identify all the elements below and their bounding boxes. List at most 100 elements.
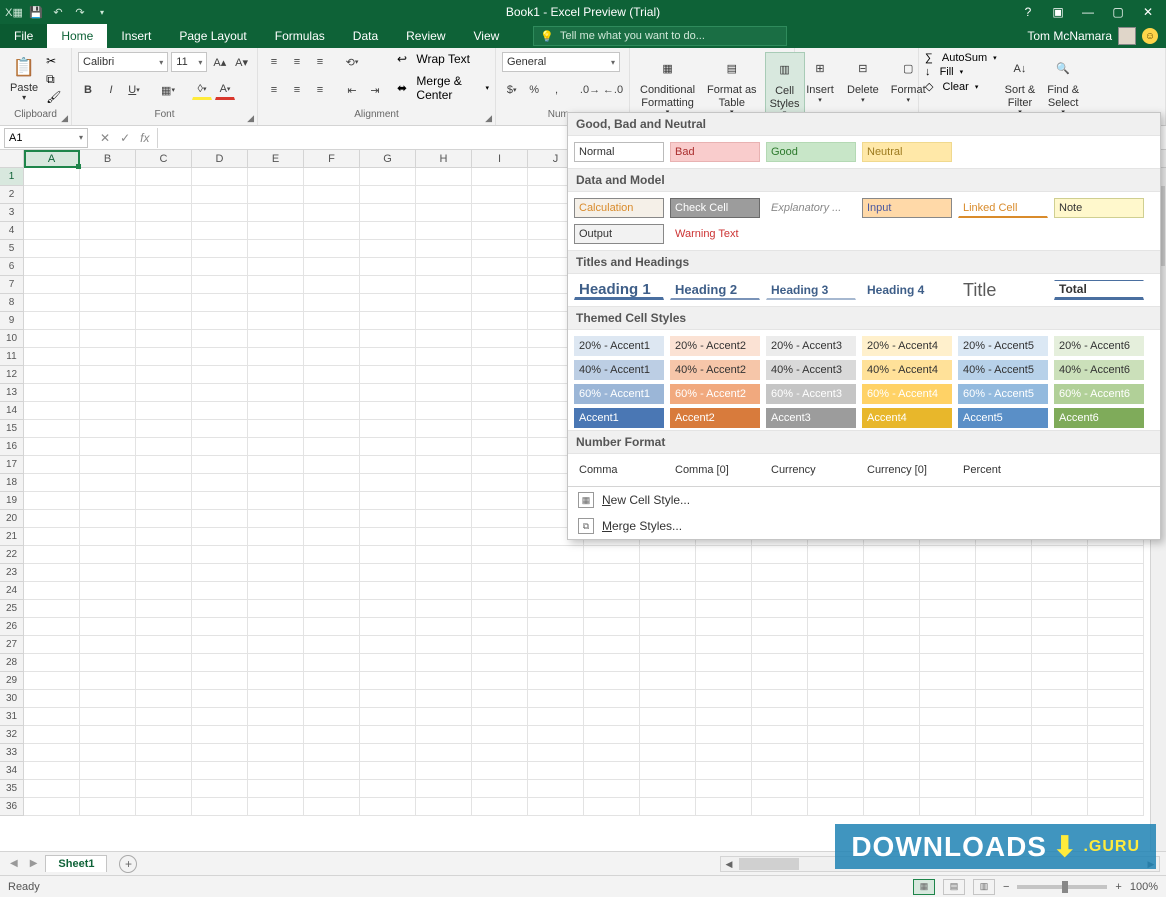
cell[interactable] [416, 402, 472, 420]
cell[interactable] [192, 240, 248, 258]
cell[interactable] [472, 240, 528, 258]
cell[interactable] [24, 780, 80, 798]
cell[interactable] [696, 798, 752, 816]
cell[interactable] [584, 600, 640, 618]
cell[interactable] [1032, 726, 1088, 744]
cell[interactable] [136, 528, 192, 546]
cell[interactable] [192, 708, 248, 726]
cell[interactable] [24, 672, 80, 690]
cell-style-swatch[interactable]: Heading 4 [862, 280, 952, 300]
cell[interactable] [248, 798, 304, 816]
cell[interactable] [416, 654, 472, 672]
percent-icon[interactable]: % [524, 80, 543, 100]
cell[interactable] [192, 438, 248, 456]
cell[interactable] [248, 492, 304, 510]
column-header[interactable]: G [360, 150, 416, 167]
cell-style-swatch[interactable]: 60% - Accent3 [766, 384, 856, 404]
format-as-table-button[interactable]: ▤Format as Table▾ [703, 52, 761, 119]
cell[interactable] [192, 582, 248, 600]
cell[interactable] [192, 762, 248, 780]
align-top-icon[interactable]: ≡ [264, 52, 284, 72]
cell[interactable] [192, 492, 248, 510]
cell[interactable] [864, 546, 920, 564]
cell[interactable] [304, 204, 360, 222]
cell[interactable] [472, 456, 528, 474]
cell[interactable] [248, 564, 304, 582]
cell-style-swatch[interactable]: 20% - Accent4 [862, 336, 952, 356]
cell[interactable] [304, 780, 360, 798]
cell[interactable] [416, 384, 472, 402]
cell[interactable] [248, 510, 304, 528]
cell[interactable] [696, 636, 752, 654]
cell-style-swatch[interactable]: Heading 3 [766, 280, 856, 300]
cell[interactable] [136, 168, 192, 186]
cell[interactable] [248, 258, 304, 276]
cell[interactable] [248, 690, 304, 708]
cell[interactable] [864, 600, 920, 618]
cell[interactable] [304, 636, 360, 654]
cell[interactable] [976, 726, 1032, 744]
cell[interactable] [1032, 546, 1088, 564]
cell[interactable] [808, 690, 864, 708]
cell[interactable] [808, 744, 864, 762]
cell[interactable] [976, 546, 1032, 564]
cell[interactable] [584, 618, 640, 636]
cell[interactable] [416, 186, 472, 204]
cell[interactable] [864, 582, 920, 600]
cell[interactable] [584, 654, 640, 672]
cell[interactable] [136, 762, 192, 780]
cell[interactable] [248, 366, 304, 384]
cell-style-swatch[interactable]: Heading 1 [574, 280, 664, 300]
cell[interactable] [752, 582, 808, 600]
wrap-text-button[interactable]: ↩ Wrap Text [397, 52, 489, 66]
cell[interactable] [304, 186, 360, 204]
cell[interactable] [24, 690, 80, 708]
cell-style-swatch[interactable]: Comma [574, 460, 664, 480]
cell[interactable] [920, 546, 976, 564]
cell[interactable] [752, 690, 808, 708]
cell[interactable] [192, 186, 248, 204]
cell[interactable] [24, 600, 80, 618]
autosum-button[interactable]: ∑ AutoSum▾ [925, 52, 997, 64]
sort-filter-button[interactable]: A↓Sort & Filter▾ [1001, 52, 1040, 119]
cell[interactable] [472, 474, 528, 492]
cell[interactable] [584, 636, 640, 654]
cell[interactable] [976, 672, 1032, 690]
cell[interactable] [304, 690, 360, 708]
row-header[interactable]: 14 [0, 402, 24, 420]
cell[interactable] [472, 762, 528, 780]
bold-button[interactable]: B [78, 80, 98, 100]
row-header[interactable]: 25 [0, 600, 24, 618]
cell[interactable] [136, 708, 192, 726]
cell[interactable] [920, 744, 976, 762]
font-size-combo[interactable]: 11▾ [171, 52, 207, 72]
cell[interactable] [80, 744, 136, 762]
cell[interactable] [80, 294, 136, 312]
cell[interactable] [80, 546, 136, 564]
cell[interactable] [696, 708, 752, 726]
redo-icon[interactable]: ↷ [72, 4, 88, 20]
row-header[interactable]: 35 [0, 780, 24, 798]
cell[interactable] [864, 726, 920, 744]
number-format-combo[interactable]: General▾ [502, 52, 620, 72]
cell[interactable] [248, 168, 304, 186]
font-name-combo[interactable]: Calibri▾ [78, 52, 168, 72]
cell[interactable] [416, 438, 472, 456]
cell[interactable] [640, 780, 696, 798]
cell[interactable] [416, 456, 472, 474]
accounting-icon[interactable]: $▾ [502, 80, 521, 100]
cell[interactable] [864, 744, 920, 762]
cell[interactable] [920, 636, 976, 654]
cell[interactable] [360, 726, 416, 744]
cell[interactable] [416, 618, 472, 636]
cell[interactable] [416, 348, 472, 366]
fill-button[interactable]: ↓ Fill▾ [925, 66, 997, 78]
cell-style-swatch[interactable]: 60% - Accent4 [862, 384, 952, 404]
increase-indent-icon[interactable]: ⇥ [365, 80, 385, 100]
help-icon[interactable]: ? [1016, 2, 1040, 22]
cell[interactable] [808, 600, 864, 618]
cell[interactable] [640, 546, 696, 564]
cell[interactable] [248, 582, 304, 600]
cell[interactable] [696, 564, 752, 582]
cell[interactable] [472, 204, 528, 222]
